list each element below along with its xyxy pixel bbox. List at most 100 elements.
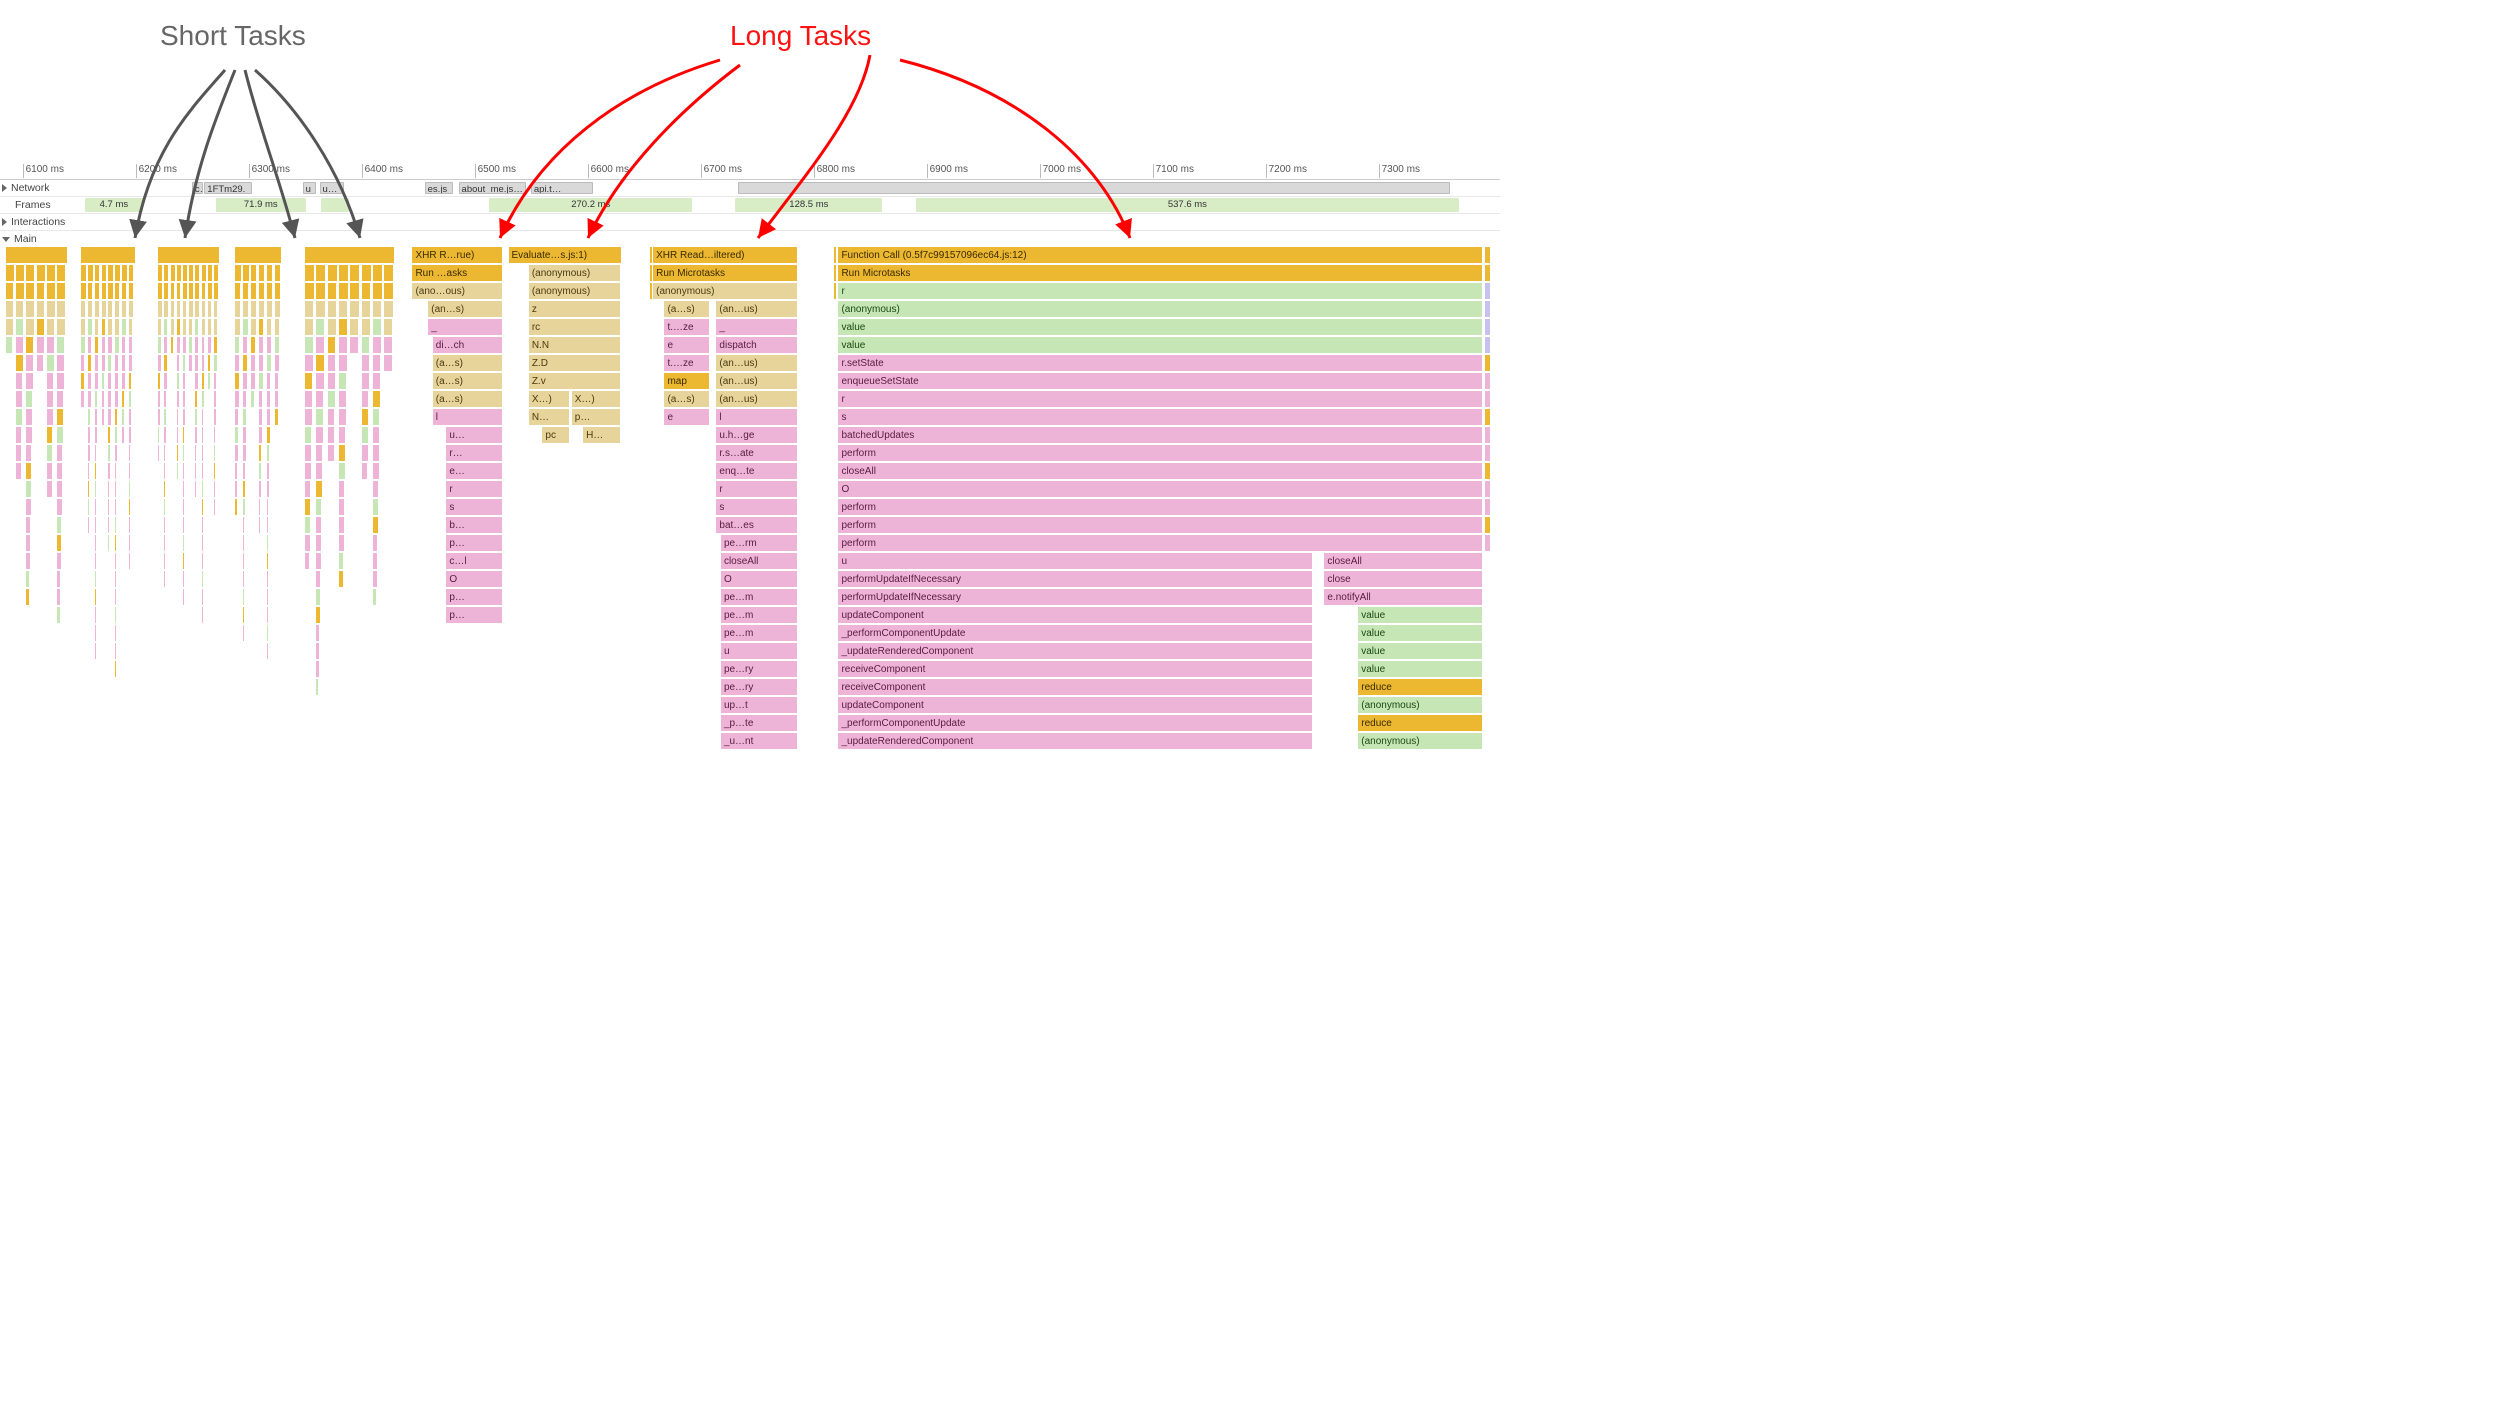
flame-frame[interactable] (384, 283, 394, 300)
flame-frame[interactable]: (an…us) (716, 301, 797, 318)
flame-frame[interactable] (243, 391, 248, 408)
flame-frame[interactable] (177, 283, 182, 300)
flame-frame[interactable] (362, 391, 370, 408)
flame-frame[interactable] (95, 427, 98, 444)
flame-frame[interactable]: closeAll (1324, 553, 1482, 570)
flame-frame[interactable] (243, 355, 248, 372)
flame-frame[interactable]: (an…us) (716, 355, 797, 372)
flame-frame[interactable] (183, 571, 185, 588)
flame-frame[interactable] (235, 283, 241, 300)
flame-frame[interactable]: (a…s) (433, 373, 503, 390)
flame-frame[interactable] (362, 265, 372, 282)
flame-frame[interactable] (259, 301, 265, 318)
flame-frame[interactable] (373, 265, 383, 282)
flame-frame[interactable] (1485, 265, 1491, 282)
flame-frame[interactable] (115, 571, 117, 588)
flame-frame[interactable] (373, 337, 382, 354)
flame-frame[interactable] (16, 283, 25, 300)
flame-frame[interactable] (122, 301, 127, 318)
flame-frame[interactable] (339, 427, 346, 444)
flame-frame[interactable] (164, 535, 166, 552)
flame-frame[interactable]: reduce (1358, 715, 1482, 732)
flame-frame[interactable] (102, 283, 107, 300)
network-track[interactable]: Network cli1FTm29.uun…es.jsabout_me.json… (0, 180, 1500, 197)
flame-frame[interactable] (243, 571, 245, 588)
flame-frame[interactable] (115, 301, 120, 318)
flame-frame[interactable]: (anonymous) (529, 265, 622, 282)
flame-frame[interactable] (305, 265, 315, 282)
flame-frame[interactable]: enq…te (716, 463, 797, 480)
flame-frame[interactable] (195, 355, 198, 372)
flame-frame[interactable] (57, 535, 62, 552)
flame-frame[interactable] (328, 355, 337, 372)
flame-frame[interactable] (328, 445, 335, 462)
flame-frame[interactable]: (an…us) (716, 391, 797, 408)
flame-frame[interactable] (202, 481, 204, 498)
flame-frame[interactable]: (anonymous) (529, 283, 622, 300)
flame-frame[interactable] (57, 571, 61, 588)
flame-frame[interactable] (214, 319, 218, 336)
flame-frame[interactable] (16, 319, 24, 336)
flame-frame[interactable] (267, 265, 274, 282)
flame-frame[interactable] (195, 409, 198, 426)
flame-frame[interactable]: e (664, 337, 709, 354)
flame-frame[interactable] (122, 373, 126, 390)
flame-frame[interactable] (208, 355, 211, 372)
flame-frame[interactable] (183, 535, 185, 552)
flame-frame[interactable] (57, 409, 64, 426)
flame-frame[interactable] (164, 481, 166, 498)
flame-frame[interactable]: p… (446, 607, 503, 624)
flame-frame[interactable] (95, 481, 97, 498)
flame-frame[interactable] (202, 265, 207, 282)
flame-frame[interactable] (305, 517, 311, 534)
flame-frame[interactable]: (anonymous) (1358, 733, 1482, 750)
flame-frame[interactable] (6, 319, 14, 336)
flame-frame[interactable] (95, 517, 97, 534)
flame-frame[interactable] (243, 283, 249, 300)
flame-frame[interactable]: receiveComponent (838, 661, 1313, 678)
flame-frame[interactable] (267, 391, 272, 408)
flame-frame[interactable] (275, 301, 281, 318)
flame-frame[interactable] (115, 409, 118, 426)
flame-frame[interactable] (164, 265, 169, 282)
flame-frame[interactable] (164, 355, 167, 372)
flame-frame[interactable] (158, 391, 161, 408)
flame-frame[interactable] (164, 553, 166, 570)
flame-frame[interactable] (122, 319, 127, 336)
flame-frame[interactable] (650, 265, 653, 282)
flame-frame[interactable] (1485, 391, 1491, 408)
flame-frame[interactable] (316, 283, 326, 300)
flame-frame[interactable] (81, 391, 84, 408)
flame-frame[interactable] (177, 337, 181, 354)
flame-frame[interactable]: s (838, 409, 1482, 426)
flame-frame[interactable] (316, 499, 322, 516)
flame-frame[interactable] (88, 301, 93, 318)
flame-frame[interactable] (316, 373, 324, 390)
flame-frame[interactable]: pe…ry (721, 679, 798, 696)
flame-frame[interactable] (171, 319, 175, 336)
flame-frame[interactable]: batchedUpdates (838, 427, 1482, 444)
flame-frame[interactable] (251, 337, 256, 354)
flame-frame[interactable] (251, 283, 257, 300)
flame-frame[interactable] (37, 283, 46, 300)
flame-frame[interactable] (316, 517, 322, 534)
flame-frame[interactable]: _p…te (721, 715, 798, 732)
flame-frame[interactable] (350, 283, 360, 300)
flame-frame[interactable] (251, 265, 258, 282)
flame-frame[interactable] (183, 319, 187, 336)
flame-frame[interactable] (108, 499, 110, 516)
flame-frame[interactable] (1485, 409, 1491, 426)
flame-frame[interactable] (183, 373, 186, 390)
flame-frame[interactable] (129, 391, 132, 408)
flame-frame[interactable] (88, 427, 91, 444)
flame-frame[interactable] (350, 301, 359, 318)
flame-frame[interactable] (189, 301, 193, 318)
flame-frame[interactable] (243, 463, 246, 480)
flame-chart[interactable]: XHR R…rue)Run …asks(ano…ous)(an…s)_di…ch… (0, 247, 1500, 867)
flame-frame[interactable]: (anonymous) (1358, 697, 1482, 714)
flame-frame[interactable] (373, 427, 380, 444)
flame-frame[interactable] (235, 319, 241, 336)
flame-frame[interactable] (1485, 463, 1491, 480)
flame-frame[interactable] (26, 463, 32, 480)
flame-frame[interactable] (37, 265, 46, 282)
